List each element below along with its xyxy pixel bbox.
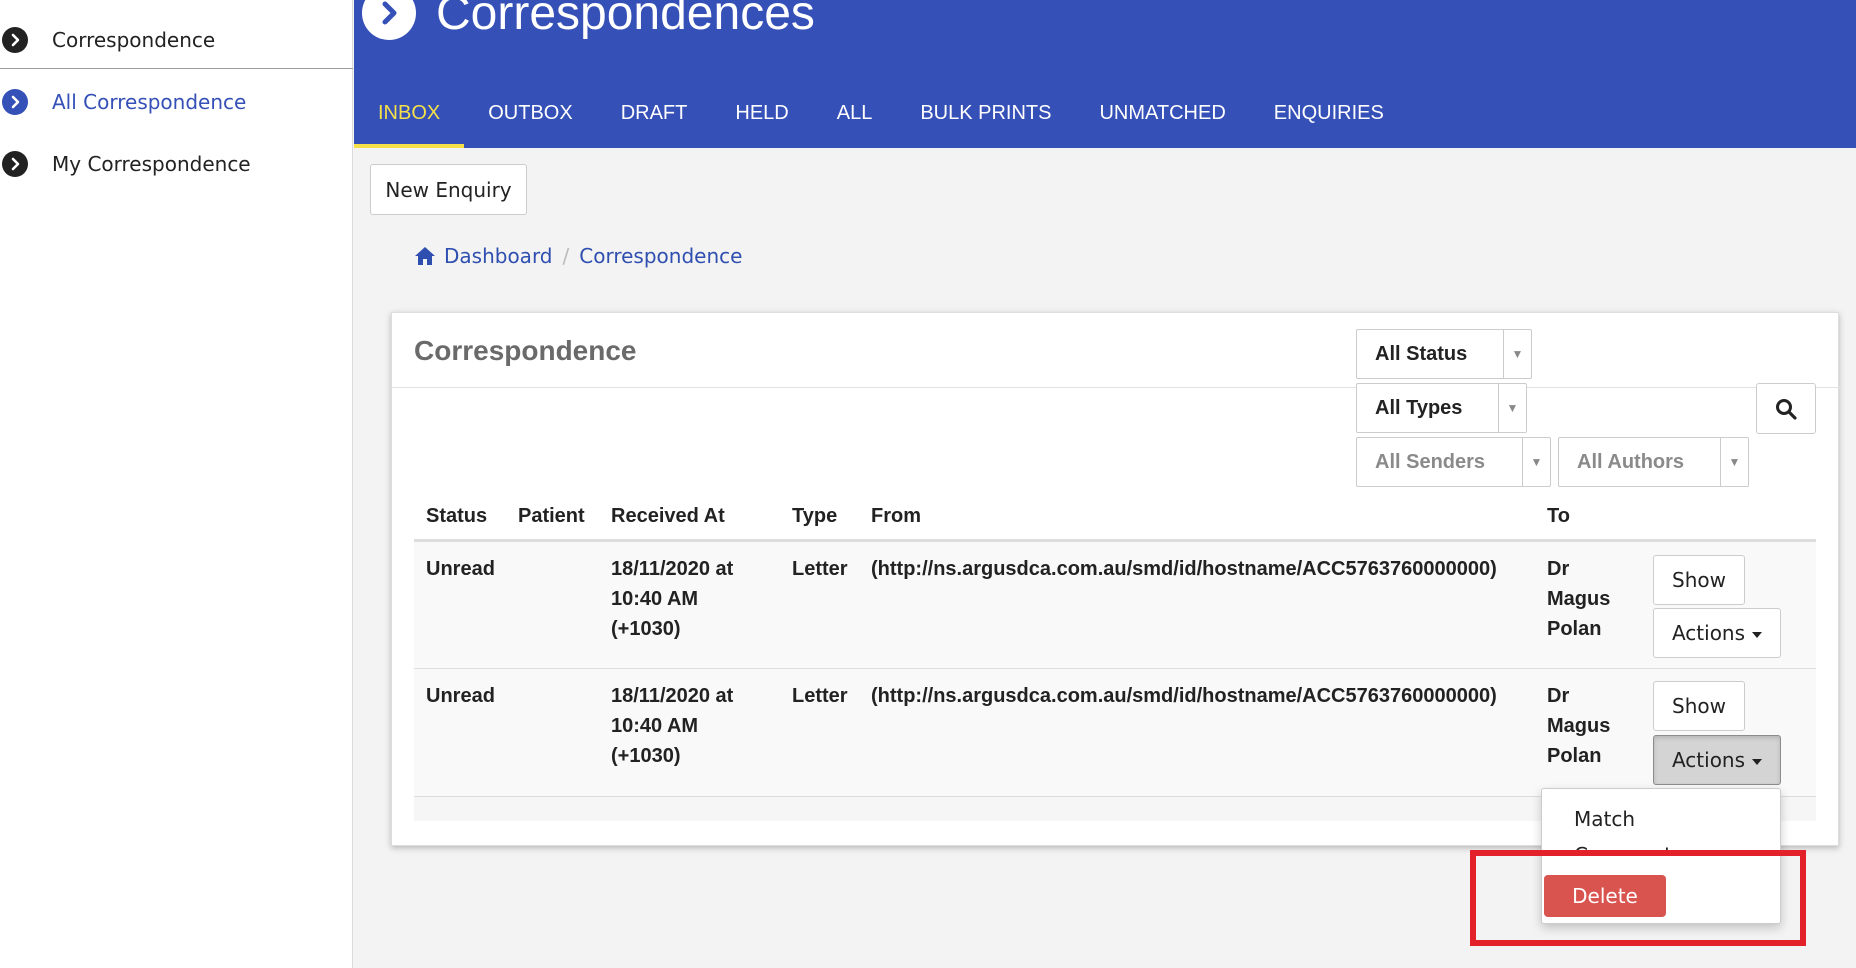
tab-enquiries[interactable]: ENQUIRIES xyxy=(1250,92,1408,148)
caret-down-icon: ▼ xyxy=(1522,438,1550,486)
search-icon xyxy=(1776,398,1797,420)
authors-filter-value: All Authors xyxy=(1577,450,1685,473)
row-received-at: 18/11/2020 at 10:40 AM (+1030) xyxy=(611,558,734,640)
sidebar-item-label: Correspondence xyxy=(52,28,216,52)
row-status: Unread xyxy=(426,685,495,707)
tab-outbox[interactable]: OUTBOX xyxy=(464,92,596,148)
sidebar-item-correspondence[interactable]: Correspondence xyxy=(0,20,353,60)
app-header: Correspondences INBOX OUTBOX DRAFT HELD … xyxy=(354,0,1856,148)
table-row[interactable]: Unread 18/11/2020 at 10:40 AM (+1030) Le… xyxy=(414,542,1816,669)
breadcrumb-correspondence-link[interactable]: Correspondence xyxy=(579,244,742,268)
breadcrumb-dashboard-link[interactable]: Dashboard xyxy=(444,244,553,268)
caret-down-icon: ▼ xyxy=(1503,330,1531,378)
column-header-patient[interactable]: Patient xyxy=(518,505,585,528)
home-icon xyxy=(415,247,435,265)
senders-filter-select[interactable]: All Senders ▼ xyxy=(1356,437,1551,487)
sidebar-item-label: All Correspondence xyxy=(52,90,247,114)
actions-button[interactable]: Actions xyxy=(1653,735,1781,785)
show-button[interactable]: Show xyxy=(1653,681,1745,731)
correspondence-panel: Correspondence All Status ▼ All Types ▼ … xyxy=(391,312,1840,846)
column-header-status[interactable]: Status xyxy=(426,505,487,528)
menu-item-match[interactable]: Match xyxy=(1574,807,1635,831)
row-received-at: 18/11/2020 at 10:40 AM (+1030) xyxy=(611,685,734,767)
types-filter-select[interactable]: All Types ▼ xyxy=(1356,383,1527,433)
tab-unmatched[interactable]: UNMATCHED xyxy=(1075,92,1249,148)
chevron-right-circle-icon xyxy=(362,0,416,40)
actions-button[interactable]: Actions xyxy=(1653,608,1781,658)
column-header-received-at[interactable]: Received At xyxy=(611,505,725,528)
sidebar-item-my-correspondence[interactable]: My Correspondence xyxy=(0,144,353,184)
sidebar: Correspondence All Correspondence My Cor… xyxy=(0,0,353,968)
sidebar-item-label: My Correspondence xyxy=(52,152,251,176)
status-filter-value: All Status xyxy=(1375,342,1468,365)
row-from: (http://ns.argusdca.com.au/smd/id/hostna… xyxy=(871,685,1497,707)
breadcrumb: Dashboard / Correspondence xyxy=(414,244,742,268)
column-header-from[interactable]: From xyxy=(871,505,921,528)
row-type: Letter xyxy=(792,558,848,580)
panel-divider xyxy=(392,387,1840,388)
new-enquiry-button[interactable]: New Enquiry xyxy=(370,164,527,215)
breadcrumb-separator: / xyxy=(562,244,570,268)
row-type: Letter xyxy=(792,685,848,707)
table-row[interactable]: Unread 18/11/2020 at 10:40 AM (+1030) Le… xyxy=(414,669,1816,797)
search-button[interactable] xyxy=(1756,383,1816,434)
row-to: Dr Magus Polan xyxy=(1547,685,1611,767)
actions-label: Actions xyxy=(1671,748,1746,772)
panel-title: Correspondence xyxy=(414,335,637,366)
tab-draft[interactable]: DRAFT xyxy=(597,92,712,148)
authors-filter-select[interactable]: All Authors ▼ xyxy=(1558,437,1749,487)
types-filter-value: All Types xyxy=(1375,396,1463,419)
chevron-right-circle-icon xyxy=(2,151,28,177)
tab-all[interactable]: ALL xyxy=(813,92,897,148)
actions-label: Actions xyxy=(1671,621,1746,645)
page-title: Correspondences xyxy=(436,0,815,40)
row-status: Unread xyxy=(426,558,495,580)
tab-bar: INBOX OUTBOX DRAFT HELD ALL BULK PRINTS … xyxy=(354,92,1408,148)
chevron-right-circle-icon xyxy=(2,27,28,53)
caret-down-icon xyxy=(1752,631,1763,638)
status-filter-select[interactable]: All Status ▼ xyxy=(1356,329,1532,379)
tab-held[interactable]: HELD xyxy=(711,92,812,148)
sidebar-item-all-correspondence[interactable]: All Correspondence xyxy=(0,82,353,122)
tab-inbox[interactable]: INBOX xyxy=(354,92,465,148)
row-to: Dr Magus Polan xyxy=(1547,558,1611,640)
show-button[interactable]: Show xyxy=(1653,555,1745,605)
row-from: (http://ns.argusdca.com.au/smd/id/hostna… xyxy=(871,558,1497,580)
highlight-box xyxy=(1470,850,1806,946)
column-header-to[interactable]: To xyxy=(1547,505,1570,528)
caret-down-icon: ▼ xyxy=(1720,438,1748,486)
caret-down-icon xyxy=(1752,758,1763,765)
tab-bulk-prints[interactable]: BULK PRINTS xyxy=(896,92,1075,148)
column-header-type[interactable]: Type xyxy=(792,505,837,528)
chevron-right-circle-icon xyxy=(2,89,28,115)
caret-down-icon: ▼ xyxy=(1498,384,1526,432)
sidebar-divider xyxy=(0,68,353,69)
senders-filter-value: All Senders xyxy=(1375,450,1486,473)
